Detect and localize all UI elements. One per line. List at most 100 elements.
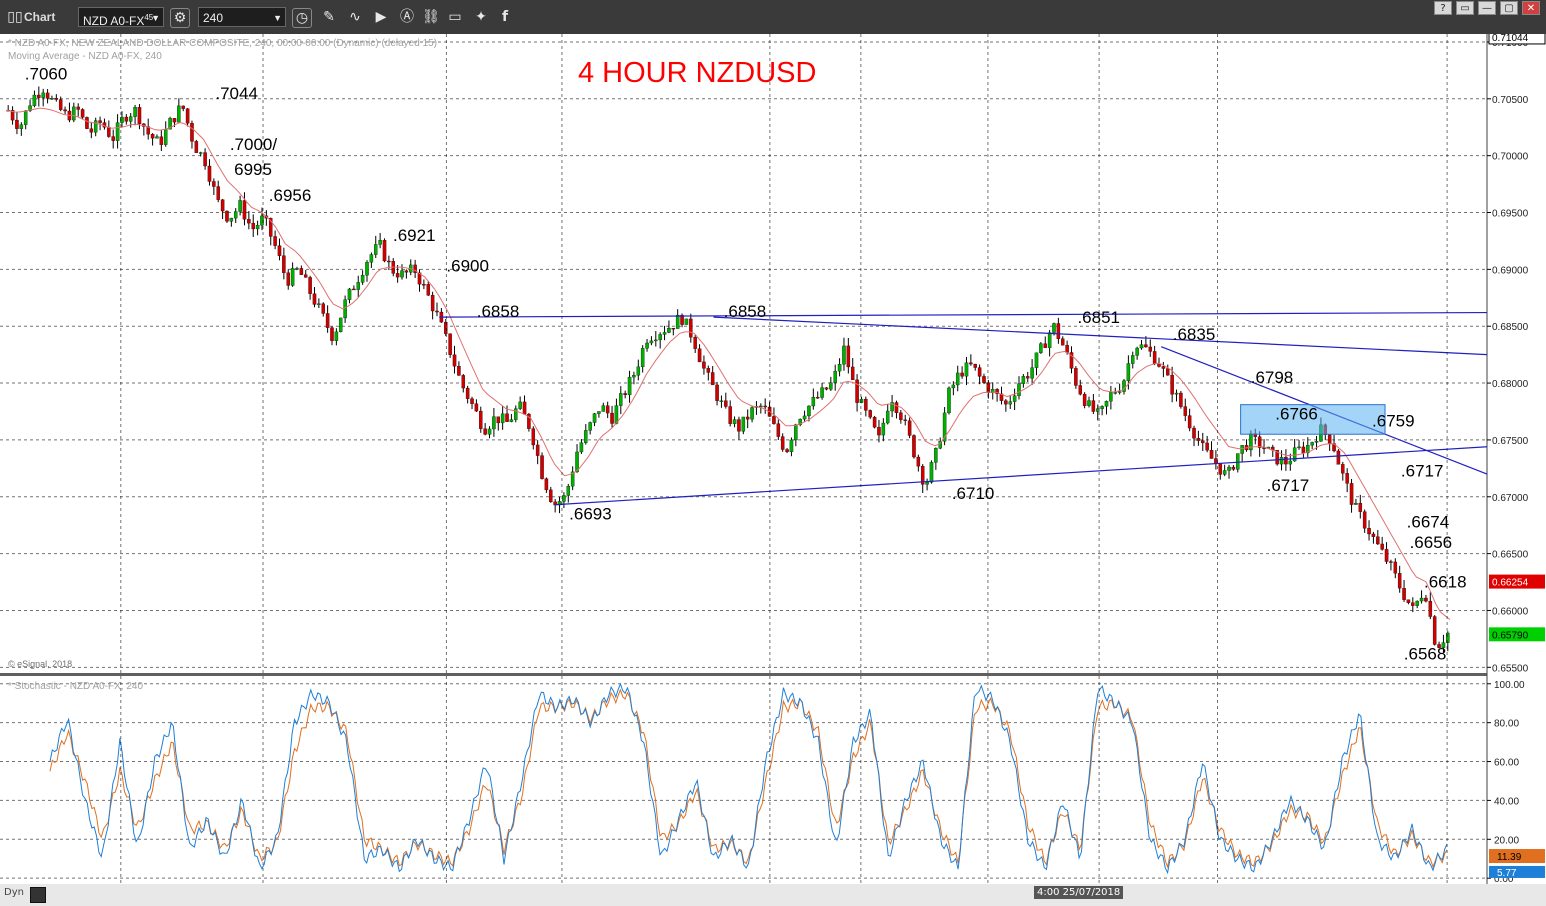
price-annotation: .6900 — [446, 257, 489, 276]
candle-down — [58, 99, 63, 110]
candle-down — [1367, 528, 1371, 535]
candle-down — [465, 387, 470, 399]
candle-down — [868, 410, 872, 418]
candle-up — [1240, 445, 1244, 454]
wave-icon[interactable]: ∿ — [346, 8, 364, 26]
restore-button[interactable]: ▭ — [1456, 1, 1474, 15]
candle-down — [1082, 393, 1087, 406]
twitter-icon[interactable]: ✦ — [472, 8, 490, 26]
dynamic-toggle[interactable] — [30, 887, 46, 903]
candle-up — [198, 152, 203, 154]
candle-up — [684, 318, 689, 325]
candle-down — [203, 152, 207, 167]
settings-icon[interactable]: ⚙ — [170, 8, 190, 28]
candle-up — [636, 366, 641, 376]
panel-divider[interactable] — [0, 673, 1546, 676]
candle-up — [295, 268, 299, 270]
candle-down — [737, 419, 741, 432]
candle-up — [645, 342, 649, 349]
candle-up — [1135, 347, 1139, 356]
candle-down — [452, 354, 457, 367]
candle-up — [23, 110, 28, 125]
minimize-button[interactable]: — — [1478, 1, 1496, 15]
history-icon[interactable]: ◷ — [292, 8, 312, 28]
chevron-down-icon[interactable]: ▼ — [273, 8, 282, 28]
candle-down — [960, 372, 964, 377]
candle-down — [535, 444, 540, 456]
play-icon[interactable]: ▶ — [372, 8, 390, 26]
candle-up — [50, 98, 54, 100]
candle-down — [1161, 366, 1166, 369]
interval-input[interactable]: 240 ▼ — [198, 7, 286, 27]
price-tick-label: 0.65500 — [1492, 663, 1529, 674]
price-panel-header: * NZD A0-FX, NEW ZEALAND DOLLAR COMPOSIT… — [8, 38, 437, 49]
price-annotation: .6858 — [724, 302, 767, 321]
candle-up — [588, 422, 592, 431]
candle-up — [356, 282, 360, 290]
candle-up — [1047, 332, 1052, 348]
candle-up — [93, 120, 98, 133]
ma-header: Moving Average - NZD A0-FX, 240 — [8, 51, 162, 62]
candle-down — [299, 268, 304, 275]
candle-up — [155, 136, 159, 139]
candle-up — [955, 372, 960, 386]
candle-up — [1419, 597, 1424, 602]
candle-down — [1065, 344, 1069, 353]
candle-down — [387, 260, 391, 263]
candle-up — [675, 314, 680, 329]
candle-up — [1139, 344, 1144, 349]
candle-down — [1074, 368, 1078, 386]
candle-down — [903, 419, 907, 421]
candle-up — [115, 122, 120, 141]
candle-up — [487, 428, 492, 435]
candle-up — [1017, 383, 1021, 396]
pencil-icon[interactable]: ✎ — [320, 8, 338, 26]
candle-down — [1384, 549, 1389, 562]
candle-down — [1432, 616, 1437, 645]
candle-up — [1314, 441, 1319, 443]
candle-down — [1341, 464, 1345, 474]
maximize-button[interactable]: ▢ — [1500, 1, 1518, 15]
candle-down — [496, 416, 501, 424]
comment-icon[interactable]: ▭ — [446, 8, 464, 26]
candle-down — [1231, 466, 1236, 470]
candle-down — [207, 165, 212, 182]
facebook-icon[interactable]: f — [496, 8, 514, 26]
candle-down — [1187, 415, 1192, 429]
candle-down — [671, 327, 676, 330]
candle-up — [584, 430, 588, 443]
candle-down — [330, 327, 334, 341]
chart-area[interactable]: 0.710000.705000.700000.695000.690000.685… — [0, 34, 1546, 884]
candle-up — [562, 495, 566, 502]
candle-down — [273, 236, 277, 246]
close-button[interactable]: ✕ — [1522, 1, 1540, 15]
stochastic-tick-label: 80.00 — [1494, 719, 1519, 730]
candle-down — [251, 222, 255, 230]
candle-up — [820, 387, 824, 398]
candle-down — [76, 106, 80, 110]
help-button[interactable]: ? — [1434, 1, 1452, 15]
alert-icon[interactable]: Ⓐ — [398, 8, 416, 26]
candle-up — [317, 303, 321, 305]
candle-down — [220, 199, 225, 212]
chevron-down-icon[interactable]: ▼ — [151, 8, 160, 28]
candle-down — [404, 270, 409, 273]
candle-down — [395, 273, 400, 278]
candle-down — [1205, 442, 1209, 451]
link-icon[interactable]: ⛓ — [422, 8, 440, 26]
symbol-input[interactable]: NZD A0-FX45 ▼ — [78, 7, 164, 28]
price-badge-label: 0.71044 — [1492, 34, 1529, 44]
candle-down — [772, 416, 776, 424]
candle-up — [802, 415, 807, 420]
chart-window-icon[interactable]: ▯▯ — [6, 8, 24, 26]
price-tick-label: 0.67500 — [1492, 436, 1529, 447]
price-badge-label: 0.65790 — [1492, 630, 1529, 641]
candle-up — [163, 129, 168, 145]
candle-up — [1297, 446, 1301, 449]
candle-down — [689, 318, 693, 338]
candle-down — [1411, 602, 1415, 606]
candle-down — [212, 181, 216, 187]
candle-down — [80, 109, 85, 118]
candle-up — [177, 105, 181, 123]
candle-down — [225, 210, 229, 222]
